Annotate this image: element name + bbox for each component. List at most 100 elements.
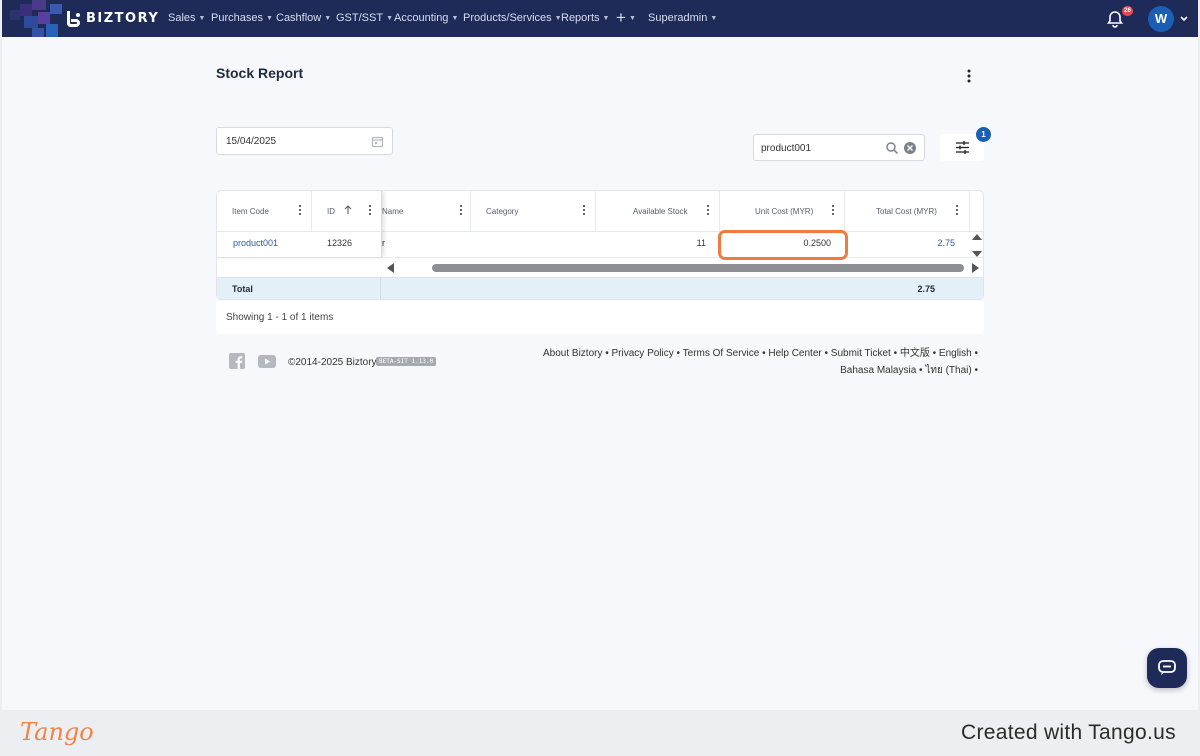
column-label: Available Stock <box>633 207 688 216</box>
scrollbar-thumb[interactable] <box>432 264 964 272</box>
facebook-icon[interactable] <box>229 353 245 369</box>
search-input[interactable]: product001 <box>753 134 925 161</box>
nav-superadmin[interactable]: Superadmin ▼ <box>648 12 717 24</box>
app-window: BIZTORY Sales ▼ Purchases ▼ Cashflow ▼ GST/… <box>2 0 1198 710</box>
date-value: 15/04/2025 <box>226 136 277 147</box>
nav-gst-sst[interactable]: GST/SST ▼ <box>336 12 393 24</box>
chevron-down-icon: ▼ <box>324 14 332 22</box>
column-menu-icon[interactable] <box>706 204 710 216</box>
column-menu-icon[interactable] <box>831 204 835 216</box>
nav-label: Sales <box>168 12 196 24</box>
chevron-down-icon: ▼ <box>628 14 636 22</box>
calendar-icon[interactable] <box>371 135 384 148</box>
cell-total-cost[interactable]: 2.75 <box>917 238 955 248</box>
chevron-down-icon: ▼ <box>710 14 718 22</box>
column-menu-icon[interactable] <box>582 204 586 216</box>
chevron-down-icon[interactable] <box>1179 14 1189 24</box>
column-label: Unit Cost (MYR) <box>755 207 814 216</box>
date-field[interactable]: 15/04/2025 <box>216 127 393 155</box>
nav-sales[interactable]: Sales ▼ <box>168 12 205 24</box>
nav-cashflow[interactable]: Cashflow ▼ <box>276 12 331 24</box>
chat-button[interactable] <box>1147 648 1187 688</box>
pager: Showing 1 - 1 of 1 items <box>216 301 984 334</box>
copyright-text: ©2014-2025 Biztory <box>288 357 377 368</box>
chevron-down-icon: ▼ <box>198 14 206 22</box>
sort-ascending-icon[interactable] <box>344 205 352 215</box>
brand-name: BIZTORY <box>86 11 160 26</box>
nav-accounting[interactable]: Accounting ▼ <box>394 12 458 24</box>
total-label: Total <box>232 284 253 294</box>
tango-logo: Tango <box>20 718 94 746</box>
nav-label: GST/SST <box>336 12 384 24</box>
column-menu-icon[interactable] <box>459 204 463 216</box>
column-header-item-code[interactable]: Item Code <box>217 191 312 231</box>
chevron-down-icon: ▼ <box>386 14 393 22</box>
cell-item-code[interactable]: product001 <box>233 238 278 248</box>
nav-label: Reports <box>561 12 600 24</box>
pager-info: Showing 1 - 1 of 1 items <box>226 312 334 323</box>
footer-links-line[interactable]: About Biztory • Privacy Policy • Terms O… <box>542 345 978 362</box>
footer-links[interactable]: About Biztory • Privacy Policy • Terms O… <box>542 345 978 379</box>
more-vertical-icon[interactable] <box>962 66 976 86</box>
nav-label: Accounting <box>394 12 449 24</box>
biztory-logo-icon <box>67 10 80 27</box>
column-menu-icon[interactable] <box>368 204 372 216</box>
total-cost-value: 2.75 <box>917 284 935 294</box>
nav-label: Superadmin <box>648 12 708 24</box>
vertical-scrollbar[interactable] <box>967 232 984 277</box>
search-icon[interactable] <box>885 141 899 155</box>
chevron-down-icon: ▼ <box>265 14 273 22</box>
pinned-columns: Item Code ID product001 12326 <box>217 191 382 257</box>
logo-pattern <box>2 0 64 37</box>
total-row <box>217 277 983 299</box>
scroll-down-icon <box>972 251 982 257</box>
brand-logo[interactable]: BIZTORY <box>64 8 159 29</box>
page-title: Stock Report <box>216 65 304 81</box>
nav-quick-add[interactable]: + ▼ <box>616 8 636 27</box>
notification-count-badge: 26 <box>1122 6 1133 16</box>
cell-name: r <box>382 238 385 248</box>
column-label: Item Code <box>232 207 269 216</box>
clear-search-icon[interactable] <box>903 141 917 155</box>
nav-label: Purchases <box>211 12 263 24</box>
column-menu-icon[interactable] <box>955 204 959 216</box>
footer-links-line[interactable]: Bahasa Malaysia • ไทย (Thai) • <box>542 362 978 379</box>
column-label: ID <box>327 207 335 216</box>
column-menu-icon[interactable] <box>298 204 302 216</box>
column-label: Category <box>486 207 519 216</box>
chat-bubble-icon <box>1158 660 1176 675</box>
nav-label: Cashflow <box>276 12 322 24</box>
highlight-annotation <box>718 230 848 260</box>
stock-report-grid: Name Category Available Stock Unit Cost … <box>216 190 984 300</box>
tango-footer: Tango Created with Tango.us <box>0 710 1200 756</box>
version-badge: BETA-SIT 1.13.0 <box>376 357 437 366</box>
chevron-down-icon: ▼ <box>602 14 610 22</box>
nav-reports[interactable]: Reports ▼ <box>561 12 609 24</box>
column-header-category[interactable]: Category <box>471 191 596 231</box>
scroll-left-icon <box>387 263 394 273</box>
nav-purchases[interactable]: Purchases ▼ <box>211 12 273 24</box>
column-header-name[interactable]: Name <box>382 191 471 231</box>
chevron-down-icon: ▼ <box>451 14 459 22</box>
column-header-available-stock[interactable]: Available Stock <box>596 191 720 231</box>
total-divider <box>380 277 381 299</box>
header-divider <box>217 231 382 232</box>
tango-credit: Created with Tango.us <box>961 721 1176 744</box>
column-label: Name <box>382 207 404 216</box>
youtube-icon[interactable] <box>258 355 276 368</box>
search-value: product001 <box>761 143 812 154</box>
user-avatar[interactable]: W <box>1148 6 1174 32</box>
column-header-id[interactable]: ID <box>312 191 382 231</box>
scroll-up-icon <box>972 234 982 240</box>
top-navbar: BIZTORY Sales ▼ Purchases ▼ Cashflow ▼ GST/… <box>2 0 1198 37</box>
column-label: Total Cost (MYR) <box>876 207 937 216</box>
cell-id: 12326 <box>327 238 353 248</box>
cell-available-stock: 11 <box>696 238 706 248</box>
column-header-unit-cost[interactable]: Unit Cost (MYR) <box>720 191 845 231</box>
nav-products-services[interactable]: Products/Services ▼ <box>463 12 562 24</box>
column-header-total-cost[interactable]: Total Cost (MYR) <box>845 191 970 231</box>
plus-icon: + <box>616 8 626 27</box>
filter-sliders-icon <box>956 141 969 154</box>
nav-label: Products/Services <box>463 12 552 24</box>
row-divider <box>217 257 983 258</box>
